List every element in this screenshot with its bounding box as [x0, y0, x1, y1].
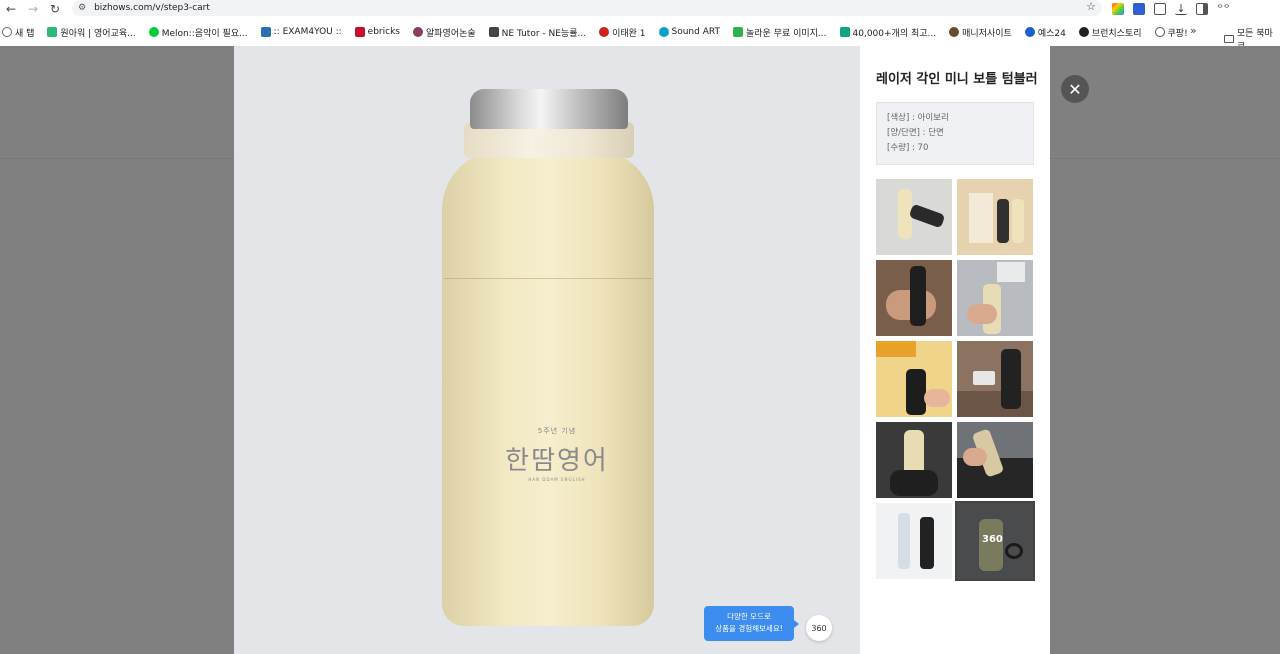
thumbnail-pouring-juice[interactable]	[876, 341, 952, 417]
engraving-main: 한땀영어	[505, 446, 609, 476]
thumbnail-ivory-and-black-bottles[interactable]	[876, 179, 952, 255]
favicon-icon	[732, 27, 743, 37]
mode-tooltip: 다양한 모드로 상품을 경험해보세요!	[704, 606, 799, 641]
blue-extension-icon[interactable]	[1133, 3, 1145, 15]
bookmark-item[interactable]: NE Tutor - NE능률...	[488, 26, 586, 39]
profile-icon[interactable]: ᄋᄋ	[1217, 3, 1230, 15]
product-title: 레이저 각인 미니 보틀 텀블러	[876, 72, 1038, 87]
bookmark-item[interactable]: Melon::음악이 필요...	[148, 26, 248, 39]
thumbnail-boxes-packaging[interactable]	[957, 179, 1033, 255]
favicon-icon	[599, 27, 610, 37]
color-extension-icon[interactable]	[1112, 3, 1124, 15]
folder-icon	[1224, 35, 1234, 43]
thumbnail-hand-holding-black-bottle[interactable]	[876, 260, 952, 336]
close-icon: ✕	[1068, 79, 1082, 99]
bookmark-item[interactable]: ebricks	[354, 27, 400, 37]
sidepanel-icon[interactable]	[1196, 3, 1208, 15]
thumbnail-bottle-in-bag[interactable]	[957, 422, 1033, 498]
bookmark-item[interactable]: 원아워 | 영어교육...	[47, 26, 136, 39]
address-bar[interactable]: ⚙ bizhows.com/v/step3-cart ☆	[72, 0, 1102, 16]
product-side-panel: 레이저 각인 미니 보틀 텀블러 [색상] : 아이보리 [양/단면] : 단면…	[860, 46, 1050, 654]
favicon-icon	[260, 27, 271, 37]
bookmark-item[interactable]: 알파영어논술	[412, 26, 476, 39]
favicon-icon	[47, 27, 58, 37]
favicon-icon	[354, 27, 365, 37]
forward-icon[interactable]: →	[22, 0, 44, 18]
bookmark-item[interactable]: 이태완 1	[599, 26, 646, 39]
bottle-body	[442, 150, 654, 626]
download-icon[interactable]: ↓	[1175, 3, 1187, 15]
bookmarks-bar: 새 탭 원아워 | 영어교육... Melon::음악이 필요... :: EX…	[0, 22, 1280, 52]
url-text: bizhows.com/v/step3-cart	[94, 3, 210, 13]
bottle-cap	[470, 89, 628, 129]
thumbnail-grid: 360	[876, 179, 1036, 581]
favicon-icon	[148, 27, 159, 37]
option-quantity: [수량] : 70	[887, 143, 929, 153]
option-summary: [색상] : 아이보리 [양/단면] : 단면 [수량] : 70	[876, 102, 1034, 165]
thumbnail-bottle-in-car-holder[interactable]	[876, 422, 952, 498]
bookmark-item[interactable]: 놀라운 무료 이미지...	[732, 26, 827, 39]
bookmark-item[interactable]: 40,000+개의 최고...	[839, 26, 936, 39]
bookmark-item[interactable]: :: EXAM4YOU ::	[260, 27, 342, 37]
reload-icon[interactable]: ↻	[44, 0, 66, 18]
globe-icon	[1154, 27, 1165, 37]
engraving: 5주년 기념 한땀영어 HAN DDAM ENGLISH	[502, 426, 612, 482]
badge-360: 360	[982, 534, 1003, 545]
thumbnail-black-bottle-on-table[interactable]	[957, 341, 1033, 417]
globe-icon	[2, 27, 12, 37]
site-info-icon[interactable]: ⚙	[78, 3, 86, 13]
favicon-icon	[1078, 27, 1089, 37]
product-image-viewer: 5주년 기념 한땀영어 HAN DDAM ENGLISH	[234, 46, 860, 654]
favicon-icon	[1024, 27, 1035, 37]
favicon-icon	[839, 27, 850, 37]
bookmark-item[interactable]: 쿠팡!	[1154, 26, 1188, 39]
favicon-icon	[488, 27, 499, 37]
bookmark-item[interactable]: 예스24	[1024, 26, 1066, 39]
favicon-icon	[658, 27, 669, 37]
thumbnail-hand-holding-ivory-bottle[interactable]	[957, 260, 1033, 336]
bookmark-item[interactable]: Sound ART	[658, 27, 720, 37]
option-color: [색상] : 아이보리	[887, 113, 949, 123]
bookmark-item[interactable]: 매니저사이트	[949, 26, 1012, 39]
rotate-360-icon: 360	[811, 623, 827, 633]
view-360-button[interactable]: 360	[806, 615, 832, 641]
engraving-subtitle: 5주년 기념	[537, 427, 577, 435]
engraving-caption: HAN DDAM ENGLISH	[528, 477, 586, 482]
option-side: [양/단면] : 단면	[887, 128, 944, 138]
puzzle-icon[interactable]	[1154, 3, 1166, 15]
bookmark-star-icon[interactable]: ☆	[1086, 0, 1096, 13]
more-bookmarks-icon[interactable]: »	[1190, 24, 1197, 37]
back-icon[interactable]: ←	[0, 0, 22, 18]
bookmark-item[interactable]: 새 탭	[2, 26, 34, 39]
thumbnail-view-360[interactable]: 360	[955, 501, 1035, 581]
favicon-icon	[949, 27, 960, 37]
close-button[interactable]: ✕	[1061, 75, 1089, 103]
bookmark-item[interactable]: 브런치스토리	[1078, 26, 1142, 39]
bottle-seam	[444, 278, 652, 279]
favicon-icon	[412, 27, 423, 37]
thumbnail-size-comparison[interactable]	[876, 503, 952, 579]
extension-icons: ↓ ᄋᄋ	[1112, 0, 1230, 18]
